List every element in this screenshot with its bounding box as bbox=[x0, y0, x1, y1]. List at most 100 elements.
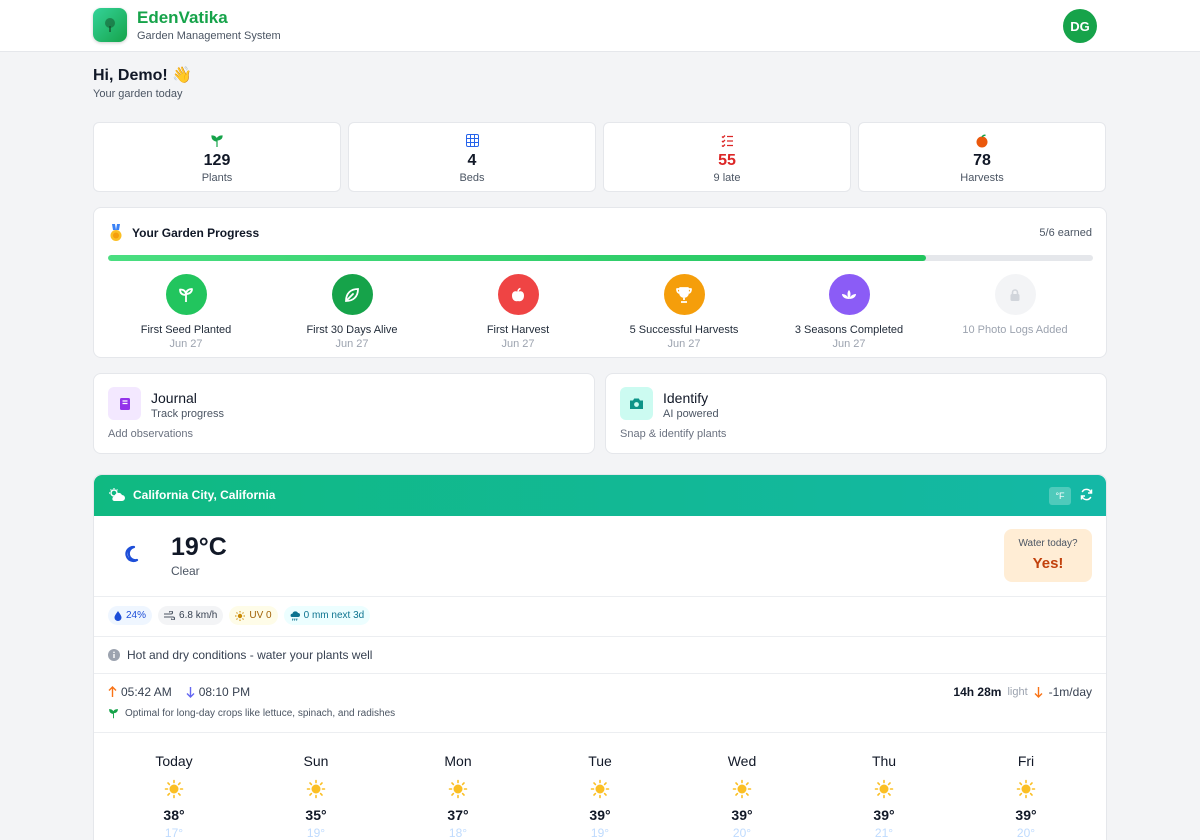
badge-5-harvests[interactable]: 5 Successful Harvests Jun 27 bbox=[604, 274, 764, 351]
forecast-day-name: Today bbox=[155, 753, 193, 769]
forecast-day: Fri 39° 20° bbox=[955, 753, 1097, 840]
divider bbox=[94, 732, 1106, 733]
garden-progress-card: Your Garden Progress 5/6 earned First Se… bbox=[93, 207, 1107, 358]
medal-icon bbox=[110, 224, 122, 241]
sun-icon bbox=[529, 779, 671, 799]
book-icon bbox=[108, 387, 141, 420]
progress-title: Your Garden Progress bbox=[132, 226, 260, 240]
badge-10-photo-logs[interactable]: 10 Photo Logs Added bbox=[935, 274, 1095, 337]
brand: EdenVatika Garden Management System bbox=[137, 8, 281, 42]
divider bbox=[94, 636, 1106, 637]
stat-label: Harvests bbox=[960, 172, 1004, 184]
forecast-day-name: Tue bbox=[588, 753, 612, 769]
badge-first-harvest[interactable]: First Harvest Jun 27 bbox=[438, 274, 598, 351]
forecast-day-name: Fri bbox=[1017, 753, 1035, 769]
water-question: Water today? bbox=[1018, 538, 1078, 549]
badge-name: First 30 Days Alive bbox=[306, 324, 398, 336]
partly-cloudy-icon bbox=[109, 488, 125, 501]
apple-icon bbox=[497, 274, 539, 315]
forecast-high: 39° bbox=[731, 807, 753, 823]
journal-description: Add observations bbox=[108, 428, 193, 440]
progress-earned: 5/6 earned bbox=[1039, 227, 1092, 239]
down-arrow-icon bbox=[1034, 687, 1043, 698]
top-bar: EdenVatika Garden Management System DG bbox=[0, 0, 1200, 52]
identify-card[interactable]: Identify AI powered Snap & identify plan… bbox=[605, 373, 1107, 454]
badge-first-30-days[interactable]: First 30 Days Alive Jun 27 bbox=[272, 274, 432, 351]
uv-icon bbox=[235, 610, 246, 621]
weather-metrics: 24% 6.8 km/h UV 0 0 mm next 3d bbox=[108, 606, 371, 625]
task-list-icon bbox=[721, 135, 733, 147]
stat-card-harvests[interactable]: 78 Harvests bbox=[858, 122, 1106, 192]
forecast-low: 17° bbox=[164, 826, 184, 840]
sun-times: 05:42 AM 08:10 PM bbox=[108, 685, 250, 699]
forecast-high: 39° bbox=[873, 807, 895, 823]
camera-icon bbox=[620, 387, 653, 420]
light-label: light bbox=[1007, 686, 1028, 698]
humidity-chip: 24% bbox=[108, 606, 153, 625]
rain-icon bbox=[290, 610, 300, 621]
stat-value: 78 bbox=[973, 152, 991, 169]
forecast-day: Today 38° 17° bbox=[103, 753, 245, 840]
forecast-low: 18° bbox=[448, 826, 468, 840]
badge-date: Jun 27 bbox=[501, 338, 535, 350]
current-condition: Clear bbox=[171, 564, 200, 578]
wind-value: 6.8 km/h bbox=[179, 610, 218, 621]
forecast-high: 39° bbox=[589, 807, 611, 823]
badge-first-seed-planted[interactable]: First Seed Planted Jun 27 bbox=[106, 274, 266, 351]
sunrise-arrow-icon bbox=[108, 686, 117, 697]
progress-bar bbox=[108, 255, 1093, 261]
sun-icon bbox=[955, 779, 1097, 799]
journal-subtitle: Track progress bbox=[151, 408, 224, 420]
refresh-icon[interactable] bbox=[1080, 488, 1093, 506]
sun-icon bbox=[245, 779, 387, 799]
identify-description: Snap & identify plants bbox=[620, 428, 727, 440]
sun-icon bbox=[813, 779, 955, 799]
wind-chip: 6.8 km/h bbox=[158, 606, 224, 625]
uv-chip: UV 0 bbox=[229, 606, 278, 625]
leaf-icon bbox=[331, 274, 373, 315]
divider bbox=[94, 596, 1106, 597]
forecast-day-name: Thu bbox=[871, 753, 897, 769]
tree-icon[interactable] bbox=[93, 8, 127, 42]
stat-card-beds[interactable]: 4 Beds bbox=[348, 122, 596, 192]
badge-date: Jun 27 bbox=[335, 338, 369, 350]
forecast-day: Sun 35° 19° bbox=[245, 753, 387, 840]
lotus-icon bbox=[828, 274, 870, 315]
greeting-subtitle: Your garden today bbox=[93, 88, 183, 100]
stat-label: Beds bbox=[459, 172, 485, 184]
humidity-value: 24% bbox=[126, 610, 147, 621]
forecast-day: Tue 39° 19° bbox=[529, 753, 671, 840]
current-temperature: 19°C bbox=[171, 533, 227, 561]
rain-chip: 0 mm next 3d bbox=[283, 606, 371, 625]
sprout-icon bbox=[109, 709, 118, 719]
stat-card-tasks[interactable]: 55 9 late bbox=[603, 122, 851, 192]
stat-label: Plants bbox=[201, 172, 233, 184]
unit-toggle-button[interactable]: °F bbox=[1049, 487, 1071, 505]
badge-name: First Seed Planted bbox=[140, 324, 232, 336]
weather-card: California City, California °F 19°C Clea… bbox=[93, 474, 1107, 840]
stat-value: 4 bbox=[467, 152, 477, 169]
brand-name[interactable]: EdenVatika bbox=[137, 8, 281, 28]
forecast-high: 35° bbox=[305, 807, 327, 823]
forecast-low: 19° bbox=[306, 826, 326, 840]
stat-card-plants[interactable]: 129 Plants bbox=[93, 122, 341, 192]
avatar[interactable]: DG bbox=[1063, 9, 1097, 43]
identify-title: Identify bbox=[663, 390, 709, 406]
badge-date: Jun 27 bbox=[169, 338, 203, 350]
water-today-badge: Water today? Yes! bbox=[1004, 529, 1092, 582]
forecast-high: 39° bbox=[1015, 807, 1037, 823]
progress-bar-fill bbox=[108, 255, 926, 261]
badge-3-seasons[interactable]: 3 Seasons Completed Jun 27 bbox=[769, 274, 929, 351]
brand-subtitle: Garden Management System bbox=[137, 30, 281, 42]
info-icon bbox=[108, 649, 120, 661]
trophy-icon bbox=[663, 274, 705, 315]
sun-icon bbox=[387, 779, 529, 799]
day-delta: -1m/day bbox=[1048, 685, 1092, 699]
forecast-low: 20° bbox=[732, 826, 752, 840]
badge-name: First Harvest bbox=[486, 324, 550, 336]
journal-card[interactable]: Journal Track progress Add observations bbox=[93, 373, 595, 454]
forecast-low: 19° bbox=[590, 826, 610, 840]
weather-location: California City, California bbox=[108, 488, 275, 502]
forecast-high: 38° bbox=[163, 807, 185, 823]
crop-tip: Optimal for long-day crops like lettuce,… bbox=[108, 708, 395, 719]
